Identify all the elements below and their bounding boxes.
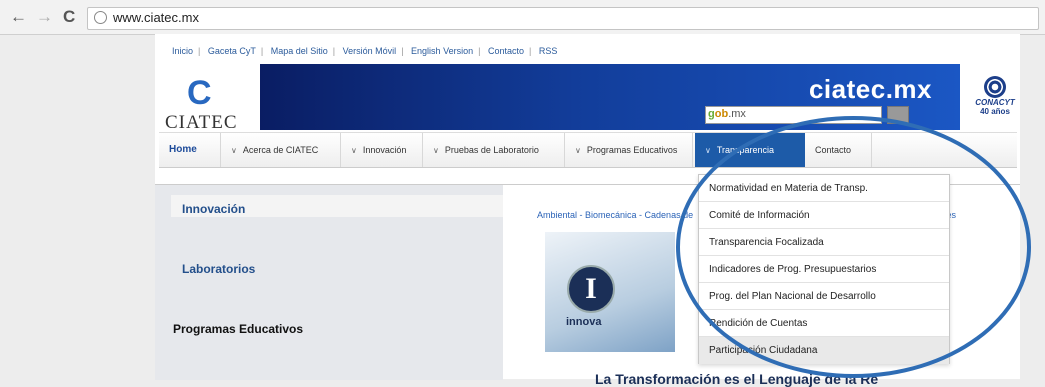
dropdown-item-focalizada[interactable]: Transparencia Focalizada	[699, 229, 949, 256]
sidebar-item-laboratorios[interactable]: Laboratorios	[182, 262, 255, 276]
conacyt-years: 40 años	[980, 107, 1010, 116]
site-name: ciatec.mx	[808, 74, 932, 104]
search-placeholder: gob.mx	[708, 108, 746, 120]
dropdown-item-participacion[interactable]: Participación Ciudadana	[699, 337, 949, 364]
toplink-inicio[interactable]: Inicio	[172, 46, 193, 56]
conacyt-emblem-icon	[984, 76, 1006, 98]
nav-pruebas[interactable]: ∨ Pruebas de Laboratorio	[423, 133, 565, 167]
toplink-contacto[interactable]: Contacto	[488, 46, 524, 56]
innova-badge-icon: I	[567, 265, 615, 313]
sidebar-item-programas[interactable]: Programas Educativos	[173, 322, 303, 336]
chevron-down-icon: ∨	[705, 146, 711, 155]
nav-acerca[interactable]: ∨ Acerca de CIATEC	[221, 133, 341, 167]
chevron-down-icon: ∨	[433, 146, 439, 155]
conacyt-logo[interactable]: CONACYT 40 años	[970, 76, 1020, 126]
toplink-gaceta[interactable]: Gaceta CyT	[208, 46, 256, 56]
reload-icon[interactable]: C	[63, 8, 75, 26]
toplink-movil[interactable]: Versión Móvil	[343, 46, 397, 56]
ciatec-logo-text: CIATEC	[165, 112, 238, 133]
top-links: Inicio | Gaceta CyT | Mapa del Sitio | Vers…	[172, 46, 558, 56]
nav-contacto[interactable]: Contacto	[805, 133, 872, 167]
main-nav: Home ∨ Acerca de CIATEC ∨ Innovación ∨ Prue…	[159, 132, 1017, 168]
dropdown-item-indicadores[interactable]: Indicadores de Prog. Presupuestarios	[699, 256, 949, 283]
dropdown-item-plan-nacional[interactable]: Prog. del Plan Nacional de Desarrollo	[699, 283, 949, 310]
ciatec-logo-icon: C	[187, 74, 212, 112]
category-links[interactable]: Ambiental - Biomecánica - Cadenas de	[537, 210, 693, 220]
toplink-rss[interactable]: RSS	[539, 46, 558, 56]
nav-programas[interactable]: ∨ Programas Educativos	[565, 133, 693, 167]
dropdown-item-normatividad[interactable]: Normatividad en Materia de Transp.	[699, 175, 949, 202]
browser-toolbar: ← → C www.ciatec.mx	[0, 0, 1045, 35]
ciatec-logo[interactable]: C CIATEC	[165, 74, 255, 133]
nav-innovacion[interactable]: ∨ Innovación	[341, 133, 423, 167]
chevron-down-icon: ∨	[231, 146, 237, 155]
hero-caption: La Transformación es el Lenguaje de la R…	[595, 371, 879, 387]
toplink-mapa[interactable]: Mapa del Sitio	[271, 46, 328, 56]
toplink-english[interactable]: English Version	[411, 46, 473, 56]
dropdown-item-rendicion[interactable]: Rendición de Cuentas	[699, 310, 949, 337]
innova-label: innova	[566, 316, 602, 328]
transparencia-dropdown: Normatividad en Materia de Transp. Comit…	[698, 174, 950, 364]
conacyt-name: CONACYT	[975, 98, 1015, 107]
address-bar[interactable]: www.ciatec.mx	[87, 7, 1039, 30]
search-button[interactable]	[887, 106, 909, 124]
forward-arrow-icon[interactable]: →	[36, 8, 53, 26]
header-banner: C CIATEC ciatec.mx gob.mx CONACYT 40 año…	[155, 64, 1020, 133]
left-sidebar: Innovación Laboratorios Programas Educat…	[155, 185, 503, 380]
url-text: www.ciatec.mx	[113, 10, 199, 25]
sidebar-item-innovacion[interactable]: Innovación	[182, 202, 245, 216]
search-input[interactable]: gob.mx	[705, 106, 882, 124]
back-arrow-icon[interactable]: ←	[10, 8, 27, 26]
globe-icon	[94, 11, 107, 24]
chevron-down-icon: ∨	[575, 146, 581, 155]
chevron-down-icon: ∨	[351, 146, 357, 155]
nav-home[interactable]: Home	[159, 133, 221, 167]
dropdown-item-comite[interactable]: Comité de Información	[699, 202, 949, 229]
nav-transparencia[interactable]: ∨ Transparencia	[695, 133, 805, 167]
banner-bar: ciatec.mx gob.mx	[260, 64, 960, 130]
